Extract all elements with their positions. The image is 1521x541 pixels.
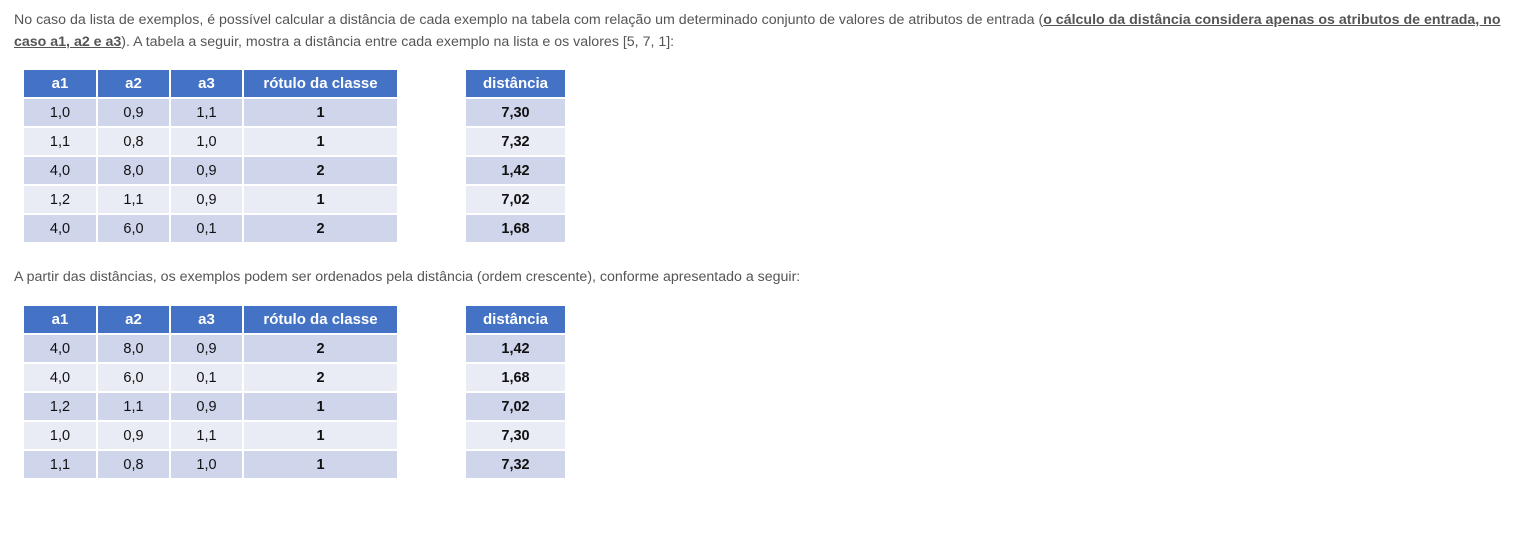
- cell-a1: 4,0: [24, 334, 98, 364]
- table-row: 7,02: [466, 185, 565, 215]
- cell-distance: 1,68: [466, 363, 565, 393]
- cell-class-label: 2: [243, 214, 397, 244]
- header-class-label: rótulo da classe: [243, 70, 397, 99]
- cell-a1: 4,0: [24, 363, 98, 393]
- table-row: 1,2 1,1 0,9 1: [24, 185, 397, 215]
- cell-distance: 7,02: [466, 392, 565, 422]
- cell-a3: 0,1: [170, 363, 244, 393]
- cell-a1: 1,0: [24, 98, 98, 128]
- header-a3: a3: [170, 306, 244, 335]
- header-a1: a1: [24, 306, 98, 335]
- cell-a2: 6,0: [97, 363, 171, 393]
- cell-a3: 0,9: [170, 185, 244, 215]
- cell-distance: 1,42: [466, 334, 565, 364]
- cell-a3: 0,9: [170, 156, 244, 186]
- cell-a2: 0,9: [97, 98, 171, 128]
- distance-table: distância 7,30 7,32 1,42 7,02 1,68: [466, 70, 565, 244]
- table-row: 1,0 0,9 1,1 1: [24, 98, 397, 128]
- cell-class-label: 2: [243, 334, 397, 364]
- cell-class-label: 2: [243, 363, 397, 393]
- cell-a3: 0,9: [170, 392, 244, 422]
- table-header-row: distância: [466, 70, 565, 99]
- cell-a1: 1,1: [24, 127, 98, 157]
- sorted-distance-table: distância 1,42 1,68 7,02 7,30 7,32: [466, 306, 565, 480]
- cell-distance: 7,30: [466, 421, 565, 451]
- table-row: 1,2 1,1 0,9 1: [24, 392, 397, 422]
- header-a3: a3: [170, 70, 244, 99]
- header-a1: a1: [24, 70, 98, 99]
- table-row: 1,42: [466, 334, 565, 364]
- cell-distance: 7,32: [466, 127, 565, 157]
- cell-class-label: 1: [243, 450, 397, 480]
- header-distance: distância: [466, 306, 565, 335]
- intro-text-after: ). A tabela a seguir, mostra a distância…: [121, 34, 675, 50]
- cell-distance: 7,30: [466, 98, 565, 128]
- cell-a2: 1,1: [97, 392, 171, 422]
- table-row: 4,0 8,0 0,9 2: [24, 334, 397, 364]
- cell-class-label: 2: [243, 156, 397, 186]
- table-row: 7,32: [466, 450, 565, 480]
- cell-a3: 0,1: [170, 214, 244, 244]
- table-row: 1,1 0,8 1,0 1: [24, 450, 397, 480]
- table-row: 7,02: [466, 392, 565, 422]
- cell-class-label: 1: [243, 185, 397, 215]
- cell-a2: 0,8: [97, 127, 171, 157]
- cell-a3: 1,1: [170, 98, 244, 128]
- cell-class-label: 1: [243, 392, 397, 422]
- cell-distance: 7,32: [466, 450, 565, 480]
- cell-a1: 4,0: [24, 156, 98, 186]
- cell-class-label: 1: [243, 98, 397, 128]
- cell-a3: 1,0: [170, 127, 244, 157]
- examples-table: a1 a2 a3 rótulo da classe 1,0 0,9 1,1 1 …: [24, 70, 397, 244]
- cell-distance: 1,68: [466, 214, 565, 244]
- table-row: 4,0 8,0 0,9 2: [24, 156, 397, 186]
- header-distance: distância: [466, 70, 565, 99]
- cell-class-label: 1: [243, 421, 397, 451]
- table-row: 1,42: [466, 156, 565, 186]
- intro-paragraph: No caso da lista de exemplos, é possível…: [14, 9, 1507, 53]
- header-class-label: rótulo da classe: [243, 306, 397, 335]
- table-header-row: a1 a2 a3 rótulo da classe: [24, 306, 397, 335]
- cell-a2: 6,0: [97, 214, 171, 244]
- table-row: 1,0 0,9 1,1 1: [24, 421, 397, 451]
- cell-a3: 0,9: [170, 334, 244, 364]
- sorted-examples-table: a1 a2 a3 rótulo da classe 4,0 8,0 0,9 2 …: [24, 306, 397, 480]
- cell-a2: 8,0: [97, 156, 171, 186]
- intro-text-before: No caso da lista de exemplos, é possível…: [14, 12, 1044, 28]
- table-row: 7,30: [466, 421, 565, 451]
- table-row: 1,1 0,8 1,0 1: [24, 127, 397, 157]
- cell-a1: 1,0: [24, 421, 98, 451]
- cell-a1: 1,2: [24, 185, 98, 215]
- cell-distance: 1,42: [466, 156, 565, 186]
- cell-a1: 4,0: [24, 214, 98, 244]
- table-row: 7,32: [466, 127, 565, 157]
- cell-a2: 8,0: [97, 334, 171, 364]
- sorted-intro-paragraph: A partir das distâncias, os exemplos pod…: [14, 269, 801, 285]
- cell-a3: 1,1: [170, 421, 244, 451]
- cell-a2: 0,8: [97, 450, 171, 480]
- cell-a1: 1,2: [24, 392, 98, 422]
- cell-a2: 0,9: [97, 421, 171, 451]
- cell-distance: 7,02: [466, 185, 565, 215]
- table-header-row: a1 a2 a3 rótulo da classe: [24, 70, 397, 99]
- table-header-row: distância: [466, 306, 565, 335]
- table-row: 4,0 6,0 0,1 2: [24, 363, 397, 393]
- cell-a3: 1,0: [170, 450, 244, 480]
- table-row: 4,0 6,0 0,1 2: [24, 214, 397, 244]
- cell-class-label: 1: [243, 127, 397, 157]
- cell-a2: 1,1: [97, 185, 171, 215]
- header-a2: a2: [97, 70, 171, 99]
- table-row: 1,68: [466, 214, 565, 244]
- cell-a1: 1,1: [24, 450, 98, 480]
- header-a2: a2: [97, 306, 171, 335]
- table-row: 7,30: [466, 98, 565, 128]
- table-row: 1,68: [466, 363, 565, 393]
